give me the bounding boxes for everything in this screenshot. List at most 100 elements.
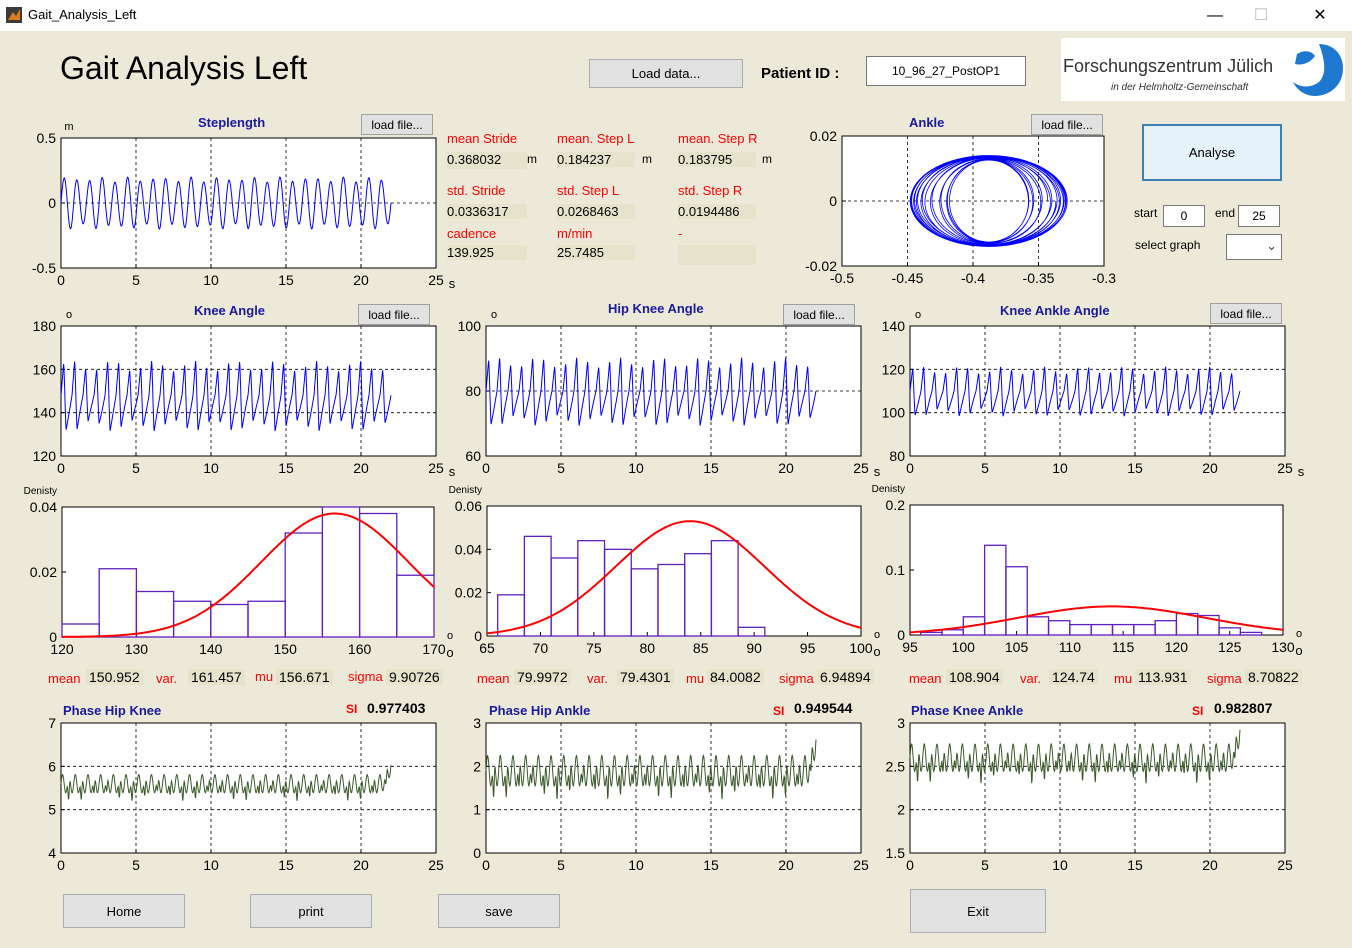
x-tick-label: 160 bbox=[348, 641, 372, 657]
x-tick-label: 25 bbox=[428, 857, 444, 873]
x-tick-label: 15 bbox=[1127, 857, 1143, 873]
x-tick-label: 75 bbox=[586, 640, 602, 656]
x-tick-label: 0 bbox=[482, 857, 490, 873]
x-tick-label: 120 bbox=[1165, 639, 1189, 655]
chart-steplength: 0 5 10 15 20 25-0.500.5sm bbox=[32, 121, 456, 291]
x-tick-label: 5 bbox=[981, 857, 989, 873]
x-tick-label: 20 bbox=[778, 857, 794, 873]
x-tick-label: 5 bbox=[981, 460, 989, 476]
y-tick-label: 1.5 bbox=[886, 845, 906, 861]
y-tick-label: 0.04 bbox=[455, 541, 482, 557]
x-tick-label: 80 bbox=[639, 640, 655, 656]
x-unit: o bbox=[873, 644, 880, 659]
y-tick-label: 4 bbox=[48, 845, 56, 861]
x-tick-label: -0.35 bbox=[1023, 270, 1055, 286]
x-tick-label: 170 bbox=[422, 641, 446, 657]
x-tick-label: 140 bbox=[199, 641, 223, 657]
x-tick-label: 130 bbox=[125, 641, 149, 657]
y-unit: m bbox=[64, 121, 73, 133]
x-tick-label: 15 bbox=[278, 857, 294, 873]
charts-layer: 0 5 10 15 20 25-0.500.5sm-0.5 -0.45 -0.4 -0.35 -0… bbox=[24, 121, 1305, 873]
y-tick-label: 180 bbox=[33, 318, 57, 334]
x-tick-label: 70 bbox=[533, 640, 549, 656]
x-tick-label: -0.45 bbox=[892, 270, 924, 286]
x-tick-label: 25 bbox=[1277, 460, 1293, 476]
x-tick-label: 0 bbox=[57, 460, 65, 476]
x-tick-label: 10 bbox=[1052, 460, 1068, 476]
y-tick-label: 2.5 bbox=[886, 758, 906, 774]
x-tick-label: 20 bbox=[353, 272, 369, 288]
x-tick-label: 105 bbox=[1005, 639, 1029, 655]
x-tick-label: 20 bbox=[778, 460, 794, 476]
y-tick-label: 0.02 bbox=[810, 128, 837, 144]
y-tick-label: 140 bbox=[33, 405, 57, 421]
chart-hipknee: 0 5 10 15 20 25 60 80 100 s o bbox=[458, 309, 881, 479]
y-label: Denisty bbox=[872, 484, 905, 495]
x-tick-label: 0 bbox=[906, 857, 914, 873]
y-tick-label: 0 bbox=[829, 193, 837, 209]
y-tick-label: 1 bbox=[473, 802, 481, 818]
y-unit: o bbox=[66, 309, 72, 321]
x-tick-label: 25 bbox=[853, 460, 869, 476]
x-unit: s bbox=[874, 464, 881, 479]
x-tick-label: 85 bbox=[693, 640, 709, 656]
x-tick-label: 20 bbox=[1202, 857, 1218, 873]
x-tick-label: 0 bbox=[906, 460, 914, 476]
x-tick-label: 20 bbox=[353, 460, 369, 476]
chart-kneeankle: 0 5 10 15 20 25 80 100 120 140 s o bbox=[882, 309, 1305, 479]
x-unit: o bbox=[1296, 628, 1302, 640]
x-tick-label: 150 bbox=[274, 641, 298, 657]
x-tick-label: 5 bbox=[557, 857, 565, 873]
x-tick-label: 25 bbox=[428, 460, 444, 476]
y-tick-label: 0 bbox=[897, 627, 905, 643]
x-tick-label: 0 bbox=[57, 272, 65, 288]
x-tick-label: 125 bbox=[1218, 639, 1242, 655]
y-tick-label: 100 bbox=[458, 318, 482, 334]
x-tick-label: 15 bbox=[278, 460, 294, 476]
y-label: Denisty bbox=[449, 485, 482, 496]
y-tick-label: 80 bbox=[465, 383, 481, 399]
y-tick-label: 0.02 bbox=[30, 564, 57, 580]
y-tick-label: 0 bbox=[473, 845, 481, 861]
y-tick-label: 7 bbox=[48, 715, 56, 731]
y-tick-label: 60 bbox=[465, 448, 481, 464]
y-tick-label: 3 bbox=[897, 715, 905, 731]
y-tick-label: 0.5 bbox=[37, 130, 57, 146]
y-tick-label: -0.02 bbox=[805, 258, 837, 274]
y-tick-label: 3 bbox=[473, 715, 481, 731]
y-label: Denisty bbox=[24, 486, 57, 497]
plot-area bbox=[909, 722, 1286, 854]
y-tick-label: 100 bbox=[882, 405, 906, 421]
x-tick-label: 15 bbox=[1127, 460, 1143, 476]
x-tick-label: 10 bbox=[1052, 857, 1068, 873]
y-tick-label: 0.1 bbox=[886, 562, 906, 578]
y-tick-label: 0.2 bbox=[886, 497, 906, 513]
x-tick-label: 20 bbox=[353, 857, 369, 873]
y-tick-label: 0 bbox=[49, 629, 57, 645]
plot-area bbox=[486, 505, 862, 637]
x-unit: s bbox=[449, 276, 456, 291]
x-tick-label: 15 bbox=[703, 460, 719, 476]
x-tick-label: 10 bbox=[203, 272, 219, 288]
y-tick-label: 120 bbox=[882, 361, 906, 377]
x-tick-label: 20 bbox=[1202, 460, 1218, 476]
x-tick-label: 0 bbox=[57, 857, 65, 873]
y-tick-label: 0 bbox=[474, 628, 482, 644]
x-tick-label: 90 bbox=[746, 640, 762, 656]
x-unit: o bbox=[447, 630, 453, 642]
x-tick-label: 5 bbox=[132, 857, 140, 873]
chart-hist3: 95 100 105 110 115 120 125 13000.10.2oDenistyo bbox=[872, 484, 1303, 658]
y-tick-label: 6 bbox=[48, 758, 56, 774]
chart-hist1: 120 130 140 150 160 17000.020.04oDenistyo bbox=[24, 486, 454, 660]
x-tick-label: 10 bbox=[628, 460, 644, 476]
chart-knee: 0 5 10 15 20 25 120 140 160 180 s o bbox=[33, 309, 456, 479]
x-tick-label: 100 bbox=[952, 639, 976, 655]
y-unit: o bbox=[915, 309, 921, 321]
y-tick-label: 80 bbox=[889, 448, 905, 464]
x-tick-label: 130 bbox=[1271, 639, 1295, 655]
y-tick-label: 5 bbox=[48, 802, 56, 818]
x-tick-label: 15 bbox=[278, 272, 294, 288]
x-unit: o bbox=[874, 629, 880, 641]
x-tick-label: 110 bbox=[1059, 639, 1082, 655]
y-tick-label: 140 bbox=[882, 318, 906, 334]
